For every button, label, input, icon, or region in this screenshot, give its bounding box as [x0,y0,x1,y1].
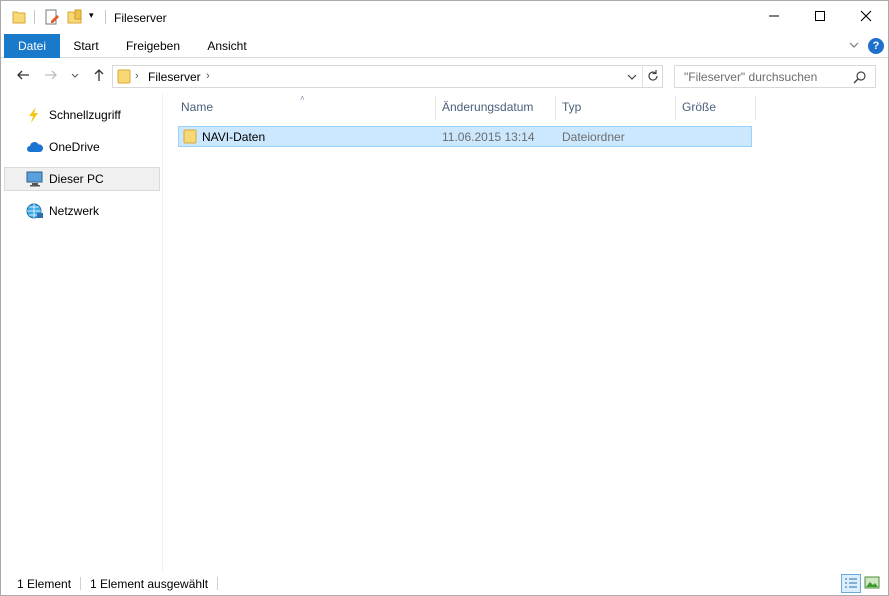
close-button[interactable] [843,1,889,31]
properties-icon[interactable] [44,9,60,28]
file-name: NAVI-Daten [202,130,266,144]
column-header-modified[interactable]: Änderungsdatum [442,100,533,114]
folder-icon [183,129,197,147]
large-icons-view-button[interactable] [863,574,883,593]
sidebar-item-schnellzugriff[interactable]: Schnellzugriff [4,103,160,127]
cloud-icon [26,139,44,155]
item-count: 1 Element [17,577,72,591]
file-type: Dateiordner [562,130,625,144]
file-explorer-window: ▾ Fileserver Datei Start Freigeben Ansic… [0,0,889,596]
forward-arrow-icon[interactable] [43,67,59,87]
column-header-size[interactable]: Größe [682,100,716,114]
sidebar-item-onedrive[interactable]: OneDrive [4,135,160,159]
navigation-pane: Schnellzugriff OneDrive Dieser PC Netzwe… [1,94,163,571]
table-row[interactable]: NAVI-Daten 11.06.2015 13:14 Dateiordner [178,126,752,147]
folder-icon [117,69,131,87]
sidebar-item-label: Netzwerk [49,204,100,218]
search-placeholder: "Fileserver" durchsuchen [684,70,818,84]
new-folder-icon[interactable] [67,9,83,28]
title-bar: ▾ Fileserver [1,1,888,33]
ribbon-tabs: Datei Start Freigeben Ansicht ? [1,34,888,58]
folder-icon [11,9,27,28]
column-divider[interactable] [675,96,676,120]
search-icon[interactable] [853,70,867,87]
tab-ansicht[interactable]: Ansicht [199,34,255,58]
column-divider[interactable] [755,96,756,120]
column-header-name[interactable]: Name [181,100,213,114]
column-header-type[interactable]: Typ [562,100,581,114]
navigation-bar: › Fileserver › "Fileserver" durchsuchen [1,59,888,93]
large-icons-view-icon [864,576,880,589]
column-divider[interactable] [435,96,436,120]
back-arrow-icon[interactable] [15,67,31,87]
sort-ascending-icon: ˄ [300,94,305,103]
breadcrumb-fileserver[interactable]: Fileserver [148,70,201,84]
status-bar: 1 Element 1 Element ausgewählt [1,571,888,595]
title-separator [105,10,106,24]
sidebar-item-netzwerk[interactable]: Netzwerk [4,199,160,223]
up-arrow-icon[interactable] [91,67,107,87]
tab-datei[interactable]: Datei [4,34,60,58]
file-modified: 11.06.2015 13:14 [442,130,535,144]
selection-count: 1 Element ausgewählt [90,577,209,591]
title-separator [34,10,35,24]
search-input[interactable]: "Fileserver" durchsuchen [674,65,876,88]
window-title: Fileserver [114,11,167,25]
minimize-button[interactable] [751,1,797,31]
address-bar[interactable]: › Fileserver › [112,65,663,88]
sidebar-item-label: OneDrive [49,140,100,154]
breadcrumb-separator-icon[interactable]: › [206,70,210,82]
address-separator [642,66,643,87]
breadcrumb-separator-icon[interactable]: › [135,70,139,82]
details-view-icon [845,578,857,588]
sidebar-item-dieser-pc[interactable]: Dieser PC [4,167,160,191]
sidebar-item-label: Schnellzugriff [49,108,121,122]
file-list: ˄ Name Änderungsdatum Typ Größe NAVI-Dat… [164,94,888,571]
tab-start[interactable]: Start [63,34,109,58]
computer-icon [26,171,44,187]
status-separator [80,577,81,590]
help-button[interactable]: ? [868,38,884,54]
column-divider[interactable] [555,96,556,120]
recent-locations-chevron-icon[interactable] [70,67,80,87]
expand-ribbon-chevron-icon[interactable] [848,39,860,54]
address-history-chevron-icon[interactable] [626,71,638,86]
customize-toolbar-chevron-icon[interactable]: ▾ [89,10,94,21]
network-icon [26,203,44,219]
sidebar-item-label: Dieser PC [49,172,104,186]
maximize-button[interactable] [797,1,843,31]
lightning-icon [26,107,44,123]
status-separator [217,577,218,590]
details-view-button[interactable] [841,574,861,593]
refresh-icon[interactable] [646,69,660,86]
tab-freigeben[interactable]: Freigeben [117,34,189,58]
